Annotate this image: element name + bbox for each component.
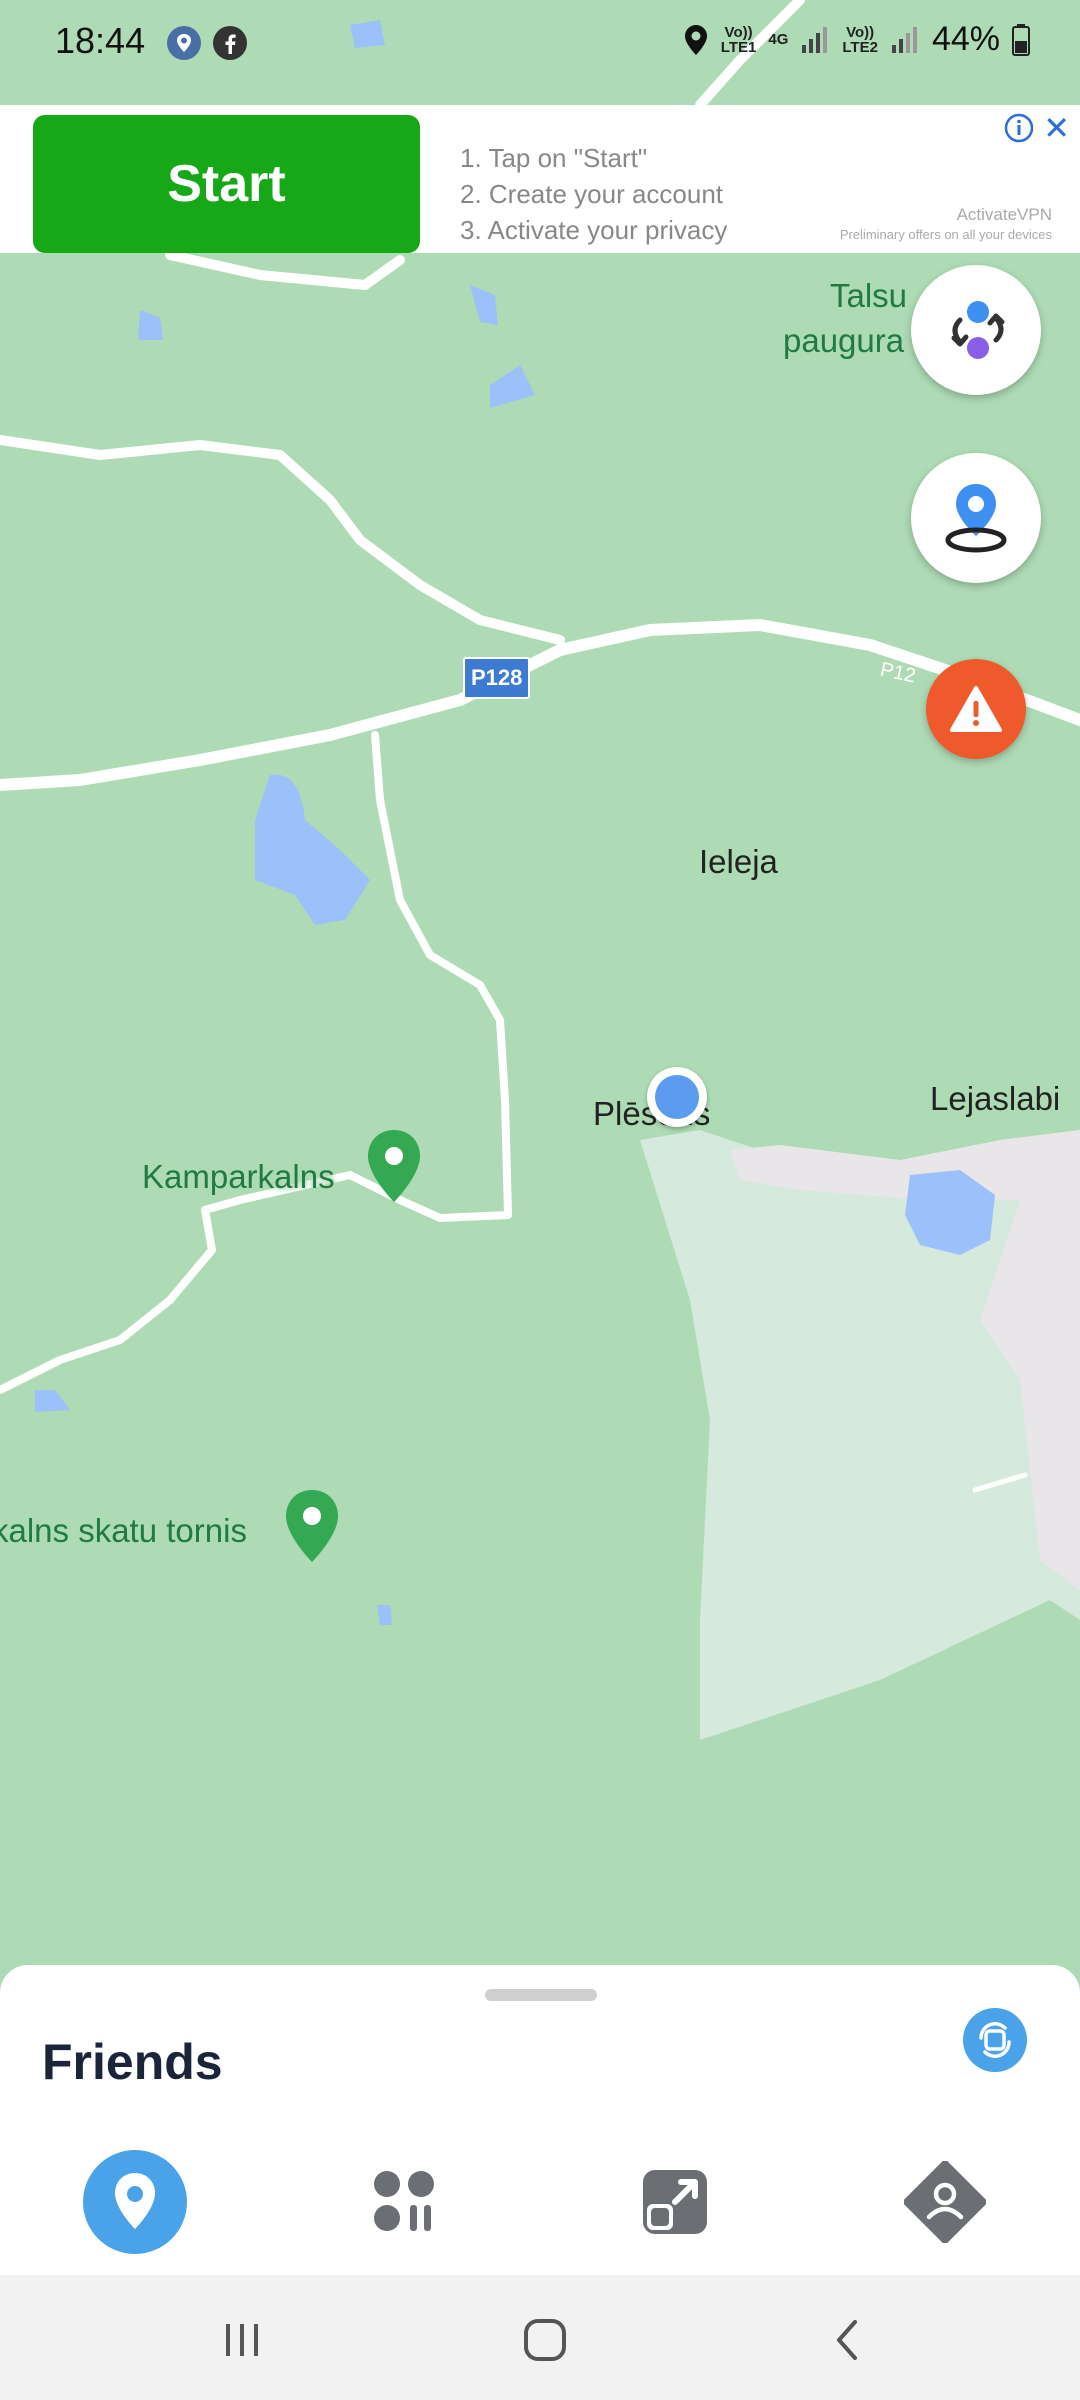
sheet-title: Friends	[42, 2034, 223, 2090]
tab-share[interactable]	[620, 2147, 730, 2257]
ad-brand-sub: Preliminary offers on all your devices	[839, 227, 1052, 242]
tab-map[interactable]	[80, 2147, 190, 2257]
map-pin-icon	[83, 2150, 187, 2254]
map-label-ieleja: Ieleja	[699, 843, 778, 880]
ad-step-3: 3. Activate your privacy	[460, 215, 728, 245]
net1-bottom: LTE1	[720, 38, 757, 56]
person-pin-icon	[945, 484, 1007, 553]
road-shield-p128: P128	[463, 657, 531, 699]
network-lte1: Vo)) LTE1	[721, 25, 757, 55]
net2-top: Vo))	[846, 23, 875, 41]
profile-icon	[904, 2161, 986, 2243]
net2-bottom: LTE2	[842, 38, 878, 56]
refresh-icon	[979, 2022, 1011, 2058]
alert-button[interactable]	[926, 659, 1026, 759]
ad-brand: ActivateVPN Preliminary offers on all yo…	[840, 205, 1052, 245]
home-button[interactable]	[510, 2305, 580, 2375]
signal-icon-2	[891, 26, 917, 53]
bottom-sheet[interactable]: Friends	[0, 1965, 1080, 2275]
system-nav-bar	[0, 2275, 1080, 2400]
warning-icon	[950, 686, 1002, 732]
home-icon	[524, 2319, 566, 2361]
ad-steps: 1. Tap on "Start" 2. Create your account…	[460, 140, 727, 248]
recents-icon	[226, 2324, 258, 2356]
location-pin-status-icon	[684, 24, 707, 55]
ad-info-icon[interactable]	[1004, 113, 1034, 143]
net1-top: Vo))	[724, 23, 753, 41]
recents-button[interactable]	[207, 2305, 277, 2375]
map-label-tornis: kalns skatu tornis	[0, 1512, 247, 1549]
network-lte2: Vo)) LTE2	[842, 25, 878, 55]
back-button[interactable]	[812, 2305, 882, 2375]
battery-percent: 44%	[931, 20, 1000, 58]
battery-icon	[1012, 23, 1030, 56]
status-right-group: Vo)) LTE1 4G Vo)) LTE2 44%	[683, 20, 1030, 59]
tab-apps[interactable]	[350, 2147, 460, 2257]
signal-icon-1	[802, 26, 828, 53]
location-icon	[167, 26, 201, 60]
net-4g: 4G	[768, 31, 789, 48]
ad-banner[interactable]: Start 1. Tap on "Start" 2. Create your a…	[0, 105, 1080, 253]
current-location-dot[interactable]	[647, 1067, 707, 1127]
facebook-icon	[213, 26, 247, 60]
refresh-button[interactable]	[963, 2008, 1027, 2072]
sheet-drag-handle[interactable]	[485, 1989, 597, 2001]
map-label-lejaslabi: Lejaslabi	[930, 1080, 1061, 1117]
share-icon	[643, 2170, 707, 2234]
status-bar: 18:44 Vo)) LTE1 4G Vo)) LTE2 44%	[0, 0, 1080, 90]
swap-button[interactable]	[911, 265, 1041, 395]
ad-close-icon[interactable]: ✕	[1043, 109, 1070, 147]
apps-icon	[374, 2171, 434, 2231]
status-time: 18:44	[55, 20, 146, 61]
swap-icon	[951, 301, 1005, 359]
ad-start-button[interactable]: Start	[33, 115, 420, 253]
map-label-talsu: Talsu	[830, 277, 908, 314]
map-label-kamparkalns: Kamparkalns	[142, 1158, 335, 1195]
tab-profile[interactable]	[890, 2147, 1000, 2257]
ad-brand-name: ActivateVPN	[956, 205, 1052, 224]
ad-step-2: 2. Create your account	[460, 179, 724, 209]
ad-step-1: 1. Tap on "Start"	[460, 143, 648, 173]
map-label-paugura: paugura	[783, 322, 905, 359]
my-location-button[interactable]	[911, 453, 1041, 583]
back-icon	[837, 2320, 857, 2360]
